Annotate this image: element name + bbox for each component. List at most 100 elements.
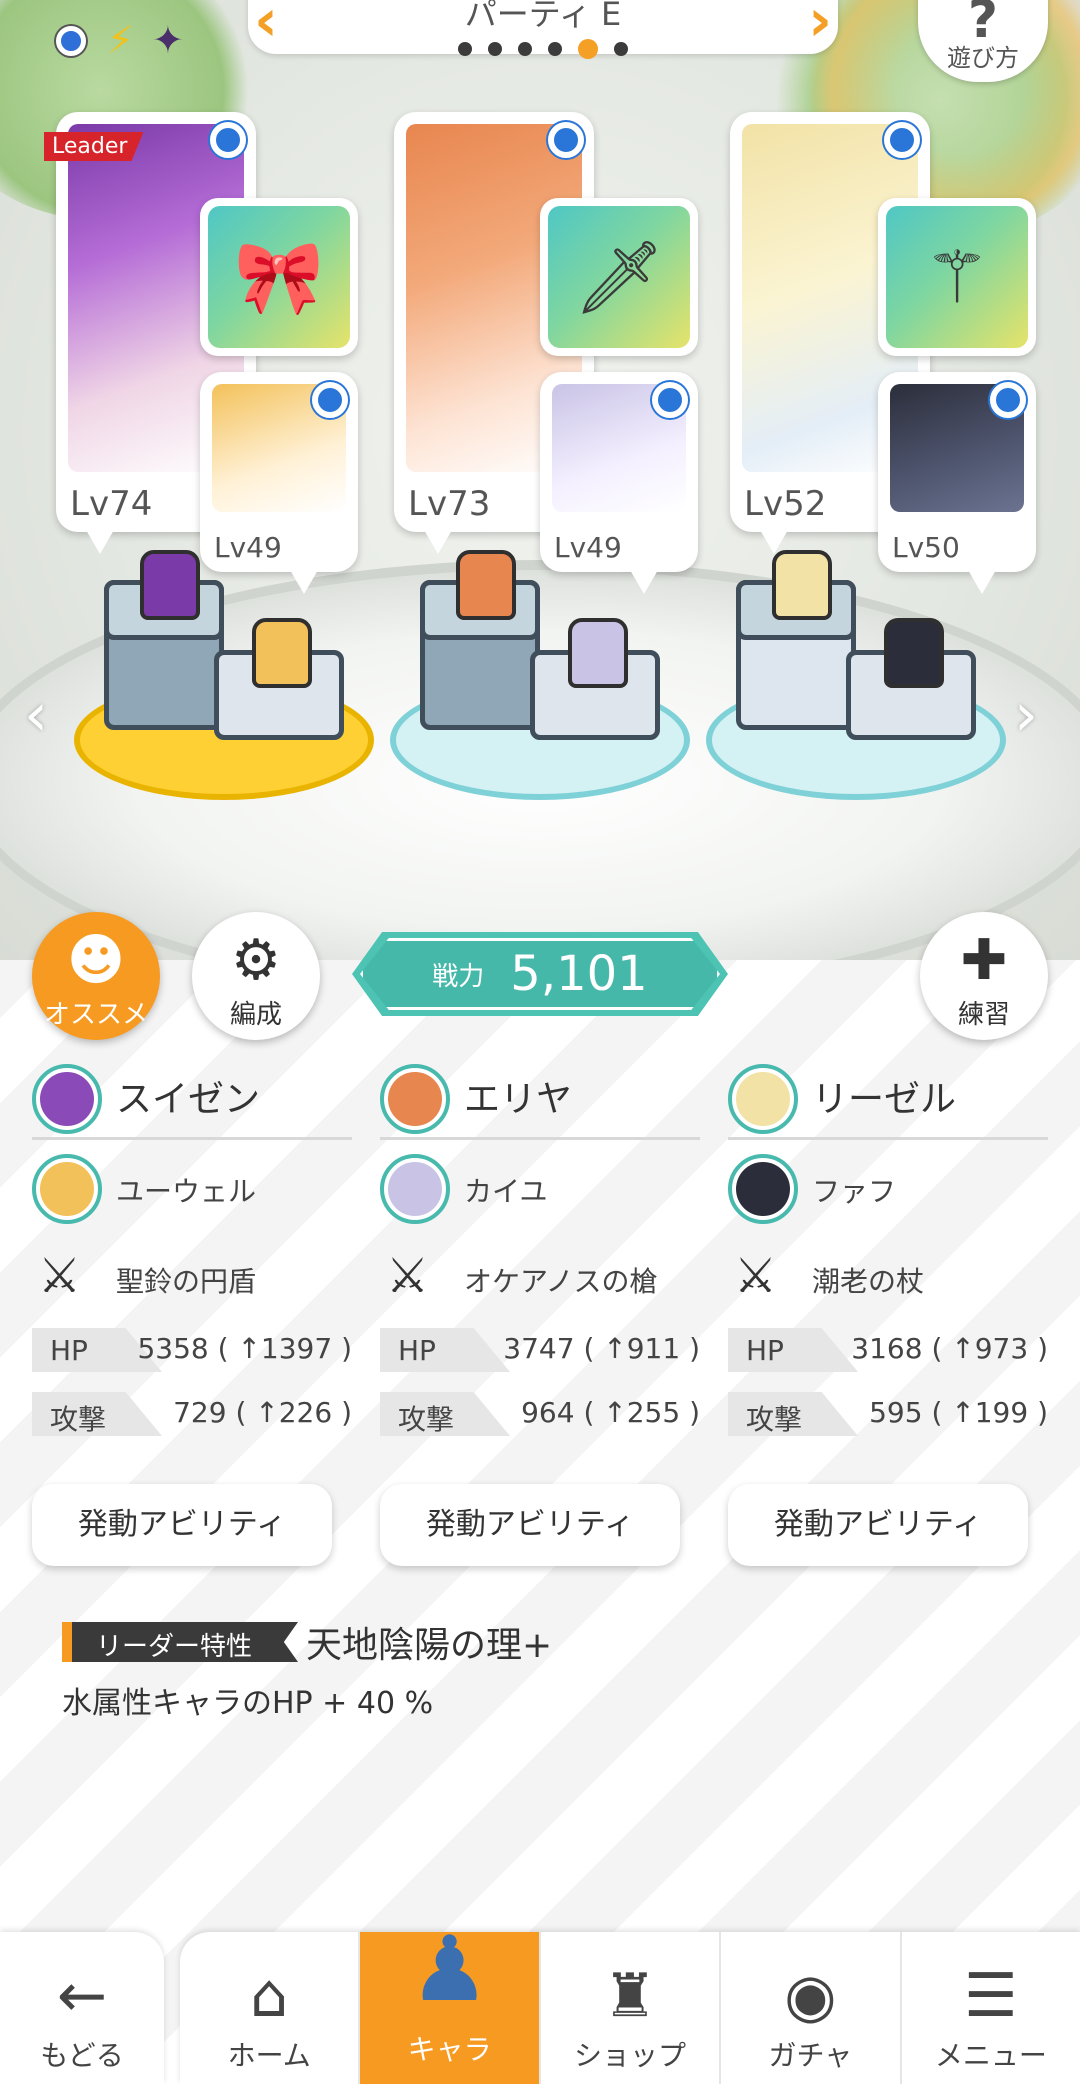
chibi-sprite[interactable] — [568, 618, 628, 688]
tab-label: ショップ — [574, 2039, 687, 2072]
sub-character-row[interactable]: ユーウェル — [32, 1140, 352, 1232]
leader-skill-tag-label: リーダー特性 — [96, 1632, 253, 1662]
equipment-tile-1[interactable]: 🎀 — [200, 198, 358, 356]
selected-indicator-icon — [884, 122, 920, 158]
attack-label: 攻撃 — [398, 1403, 455, 1436]
help-button[interactable]: ? 遊び方 — [918, 0, 1048, 82]
stat-column-2: エリヤ カイユ ⚔ オケアノスの槍 HP 3747 ( ↑911 ) 攻撃 96… — [380, 1060, 700, 1446]
tab-menu[interactable]: ☰ メニュー — [902, 1932, 1080, 2084]
leader-skill-name: 天地陰陽の理+ — [306, 1625, 553, 1666]
leader-badge: Leader — [44, 132, 144, 161]
party-dot[interactable] — [458, 41, 472, 56]
formation-label: 編成 — [229, 1000, 282, 1030]
selected-indicator-icon — [990, 382, 1026, 418]
hp-row: HP 5358 ( ↑1397 ) — [32, 1318, 352, 1382]
wreath-equipment-icon: 🎀 — [208, 206, 350, 348]
back-button[interactable]: ← もどる — [0, 1932, 164, 2084]
sub-character-card-2[interactable]: Lv49 — [540, 372, 698, 594]
party-next-button[interactable]: › — [808, 0, 832, 50]
equipment-tile-2[interactable]: 🗡 — [540, 198, 698, 356]
hp-label: HP — [50, 1334, 88, 1367]
avatar — [380, 1064, 450, 1134]
chibi-sprite[interactable] — [456, 550, 516, 620]
shop-icon: ♜ — [603, 1961, 657, 2031]
sub-character-name: ファフ — [812, 1175, 897, 1208]
tab-gacha[interactable]: ◉ ガチャ — [721, 1932, 902, 2084]
recommend-label: オススメ — [43, 1000, 148, 1030]
sub-character-row[interactable]: カイユ — [380, 1140, 700, 1232]
lightning-attribute-icon: ⚡ — [107, 18, 134, 62]
hp-label: HP — [746, 1334, 784, 1367]
attack-value: 964 ( ↑255 ) — [521, 1396, 700, 1429]
party-dot-active[interactable] — [578, 38, 598, 59]
attack-row: 攻撃 729 ( ↑226 ) — [32, 1382, 352, 1446]
hp-value: 5358 ( ↑1397 ) — [137, 1332, 352, 1365]
attack-label: 攻撃 — [50, 1403, 107, 1436]
sub-character-card-3[interactable]: Lv50 — [878, 372, 1036, 594]
party-selector: ‹ パーティ E › — [248, 0, 838, 59]
party-dot[interactable] — [614, 41, 628, 56]
ability-button-3[interactable]: 発動アビリティ — [728, 1484, 1028, 1566]
arrow-left-icon: ← — [56, 1961, 108, 2031]
gear-icon: ⚙ — [230, 928, 282, 993]
equipment-row[interactable]: ⚔ 聖鈴の円盾 — [32, 1232, 352, 1318]
party-dot[interactable] — [518, 41, 532, 56]
ability-button-2[interactable]: 発動アビリティ — [380, 1484, 680, 1566]
chibi-sprite[interactable] — [140, 550, 200, 620]
main-character-row[interactable]: エリヤ — [380, 1060, 700, 1140]
tab-shop[interactable]: ♜ ショップ — [541, 1932, 722, 2084]
chevron-right-icon[interactable]: › — [1014, 680, 1038, 750]
equipment-tile-3[interactable]: ⚚ — [878, 198, 1036, 356]
equipment-shield-icon: ⚔ — [734, 1248, 778, 1304]
recommend-icon: ☻ — [66, 928, 126, 993]
recommend-button[interactable]: ☻ オススメ — [32, 912, 160, 1040]
equipment-row[interactable]: ⚔ 潮老の杖 — [728, 1232, 1048, 1318]
chibi-sprite[interactable] — [772, 550, 832, 620]
tab-label: ホーム — [227, 2039, 311, 2072]
attack-label: 攻撃 — [746, 1403, 803, 1436]
character-level: Lv73 — [408, 484, 491, 524]
stat-column-1: スイゼン ユーウェル ⚔ 聖鈴の円盾 HP 5358 ( ↑1397 ) 攻撃 … — [32, 1060, 352, 1446]
equipment-shield-icon: ⚔ — [386, 1248, 430, 1304]
practice-button[interactable]: ✚ 練習 — [920, 912, 1048, 1040]
dark-attribute-icon: ✦ — [152, 18, 184, 62]
chevron-left-icon[interactable]: ‹ — [24, 680, 48, 750]
chibi-sprite[interactable] — [884, 618, 944, 688]
equipment-name: オケアノスの槍 — [464, 1265, 658, 1298]
spear-equipment-icon: 🗡 — [548, 206, 690, 348]
tab-character[interactable]: ♟ キャラ — [360, 1917, 541, 2084]
selected-indicator-icon — [548, 122, 584, 158]
party-dot[interactable] — [488, 41, 502, 56]
selected-indicator-icon — [652, 382, 688, 418]
leader-skill-tag: リーダー特性 — [62, 1622, 298, 1662]
formation-button[interactable]: ⚙ 編成 — [192, 912, 320, 1040]
character-icon: ♟ — [409, 1917, 490, 2022]
party-page-dots — [248, 38, 838, 59]
sub-character-row[interactable]: ファフ — [728, 1140, 1048, 1232]
card-pointer — [86, 530, 114, 554]
main-character-row[interactable]: スイゼン — [32, 1060, 352, 1140]
sub-character-card-1[interactable]: Lv49 — [200, 372, 358, 594]
avatar — [32, 1064, 102, 1134]
chibi-sprite[interactable] — [252, 618, 312, 688]
power-value: 5,101 — [510, 946, 648, 1002]
party-dot[interactable] — [548, 41, 562, 56]
card-pointer — [424, 530, 452, 554]
bottom-navigation: ← もどる ⌂ ホーム ♟ キャラ ♜ ショップ ◉ ガチャ ☰ メニュー — [0, 1917, 1080, 2084]
ability-button-1[interactable]: 発動アビリティ — [32, 1484, 332, 1566]
sub-character-name: ユーウェル — [116, 1175, 257, 1208]
help-label: 遊び方 — [947, 44, 1019, 72]
main-character-row[interactable]: リーゼル — [728, 1060, 1048, 1140]
avatar — [728, 1154, 798, 1224]
selected-indicator-icon — [210, 122, 246, 158]
nav-tabs: ⌂ ホーム ♟ キャラ ♜ ショップ ◉ ガチャ ☰ メニュー — [180, 1917, 1080, 2084]
practice-label: 練習 — [957, 1000, 1010, 1030]
attack-value: 729 ( ↑226 ) — [173, 1396, 352, 1429]
avatar — [380, 1154, 450, 1224]
avatar — [32, 1154, 102, 1224]
selected-indicator-icon — [312, 382, 348, 418]
equipment-row[interactable]: ⚔ オケアノスの槍 — [380, 1232, 700, 1318]
menu-icon: ☰ — [963, 1961, 1018, 2031]
tab-home[interactable]: ⌂ ホーム — [180, 1932, 361, 2084]
home-icon: ⌂ — [250, 1961, 289, 2031]
